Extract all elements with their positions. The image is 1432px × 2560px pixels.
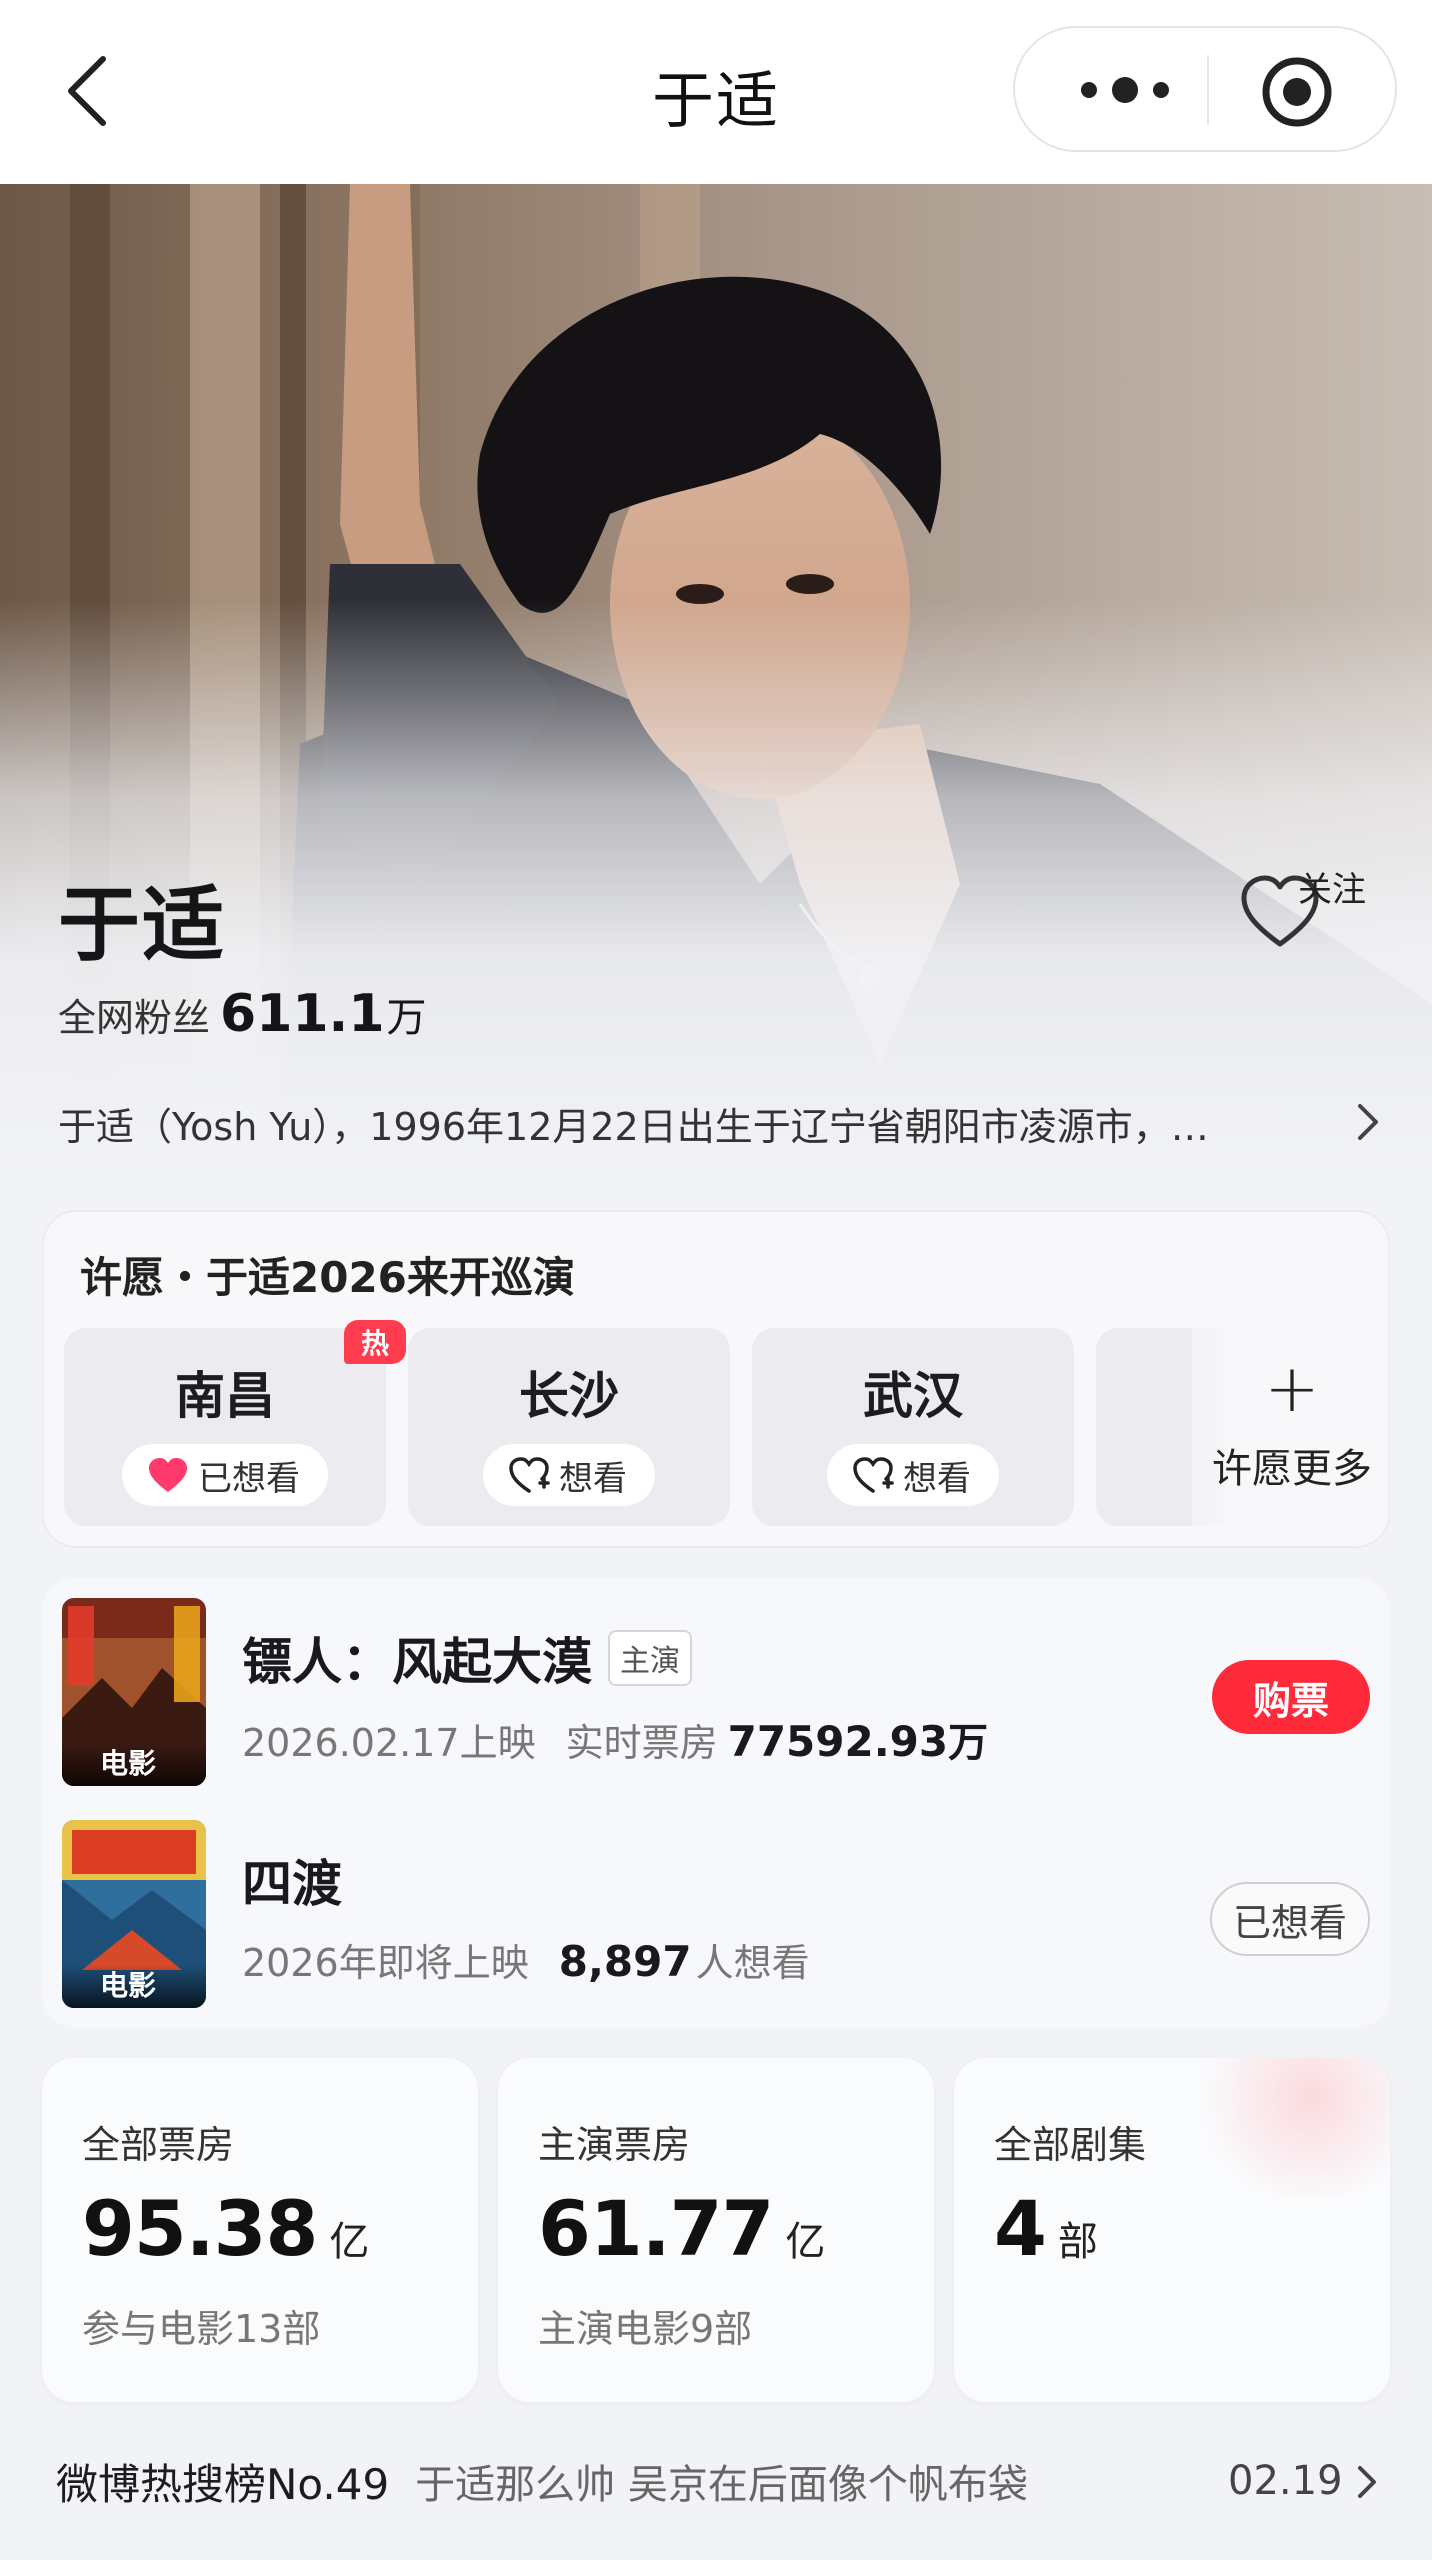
stat-value: 61.77 亿 — [538, 2184, 825, 2273]
stat-number: 4 — [994, 2184, 1047, 2273]
top-nav-bar: 于适 — [0, 0, 1432, 184]
pill-label: 已想看 — [198, 1458, 300, 1499]
release-date: 2026.02.17上映 — [242, 1721, 536, 1765]
card-glow — [1190, 2058, 1390, 2198]
film-title: 镖人：风起大漠 主演 — [242, 1622, 692, 1694]
box-unit: 万 — [948, 1720, 989, 1766]
stat-card-lead-box-office[interactable]: 主演票房 61.77 亿 主演电影9部 — [498, 2058, 934, 2402]
capsule-divider — [1207, 55, 1209, 125]
stat-sub: 主演电影9部 — [538, 2307, 753, 2351]
stat-unit: 亿 — [785, 2219, 826, 2265]
film-meta: 2026年即将上映 8,897 人想看 — [242, 1932, 810, 1987]
film-row[interactable]: 电影 镖人：风起大漠 主演 2026.02.17上映 实时票房 77592.93… — [42, 1598, 1390, 1788]
follow-label: 关注 — [1298, 870, 1366, 910]
artist-hero: 于适 关注 全网粉丝 611.1 万 — [0, 184, 1432, 1174]
poster-tag: 电影 — [62, 1742, 206, 1786]
chevron-right-icon — [1358, 2466, 1376, 2498]
wished-pill[interactable]: 已想看 — [122, 1444, 328, 1506]
poster-tag: 电影 — [62, 1964, 206, 2008]
film-title-text: 镖人：风起大漠 — [242, 1633, 592, 1691]
plus-icon: + — [1264, 1350, 1320, 1427]
follow-button[interactable]: 关注 — [1238, 856, 1378, 966]
buy-ticket-button[interactable]: 购票 — [1212, 1660, 1370, 1734]
stat-sub: 参与电影13部 — [82, 2307, 321, 2351]
stat-unit: 亿 — [329, 2219, 370, 2265]
city-card-changsha[interactable]: 长沙 想看 — [408, 1328, 730, 1526]
heart-plus-icon — [509, 1457, 550, 1493]
fans-count: 全网粉丝 611.1 万 — [58, 984, 427, 1044]
stat-unit: 部 — [1057, 2219, 1098, 2265]
city-name: 长沙 — [519, 1367, 619, 1425]
pill-label: 想看 — [903, 1458, 971, 1499]
stat-card-all-series[interactable]: 全部剧集 4 部 — [954, 2058, 1390, 2402]
film-poster[interactable]: 电影 — [62, 1598, 206, 1786]
hot-search-rank: 微博热搜榜No.49 — [56, 2459, 390, 2509]
wish-more-label: 许愿更多 — [1212, 1446, 1372, 1492]
film-title: 四渡 — [242, 1844, 342, 1916]
stat-value: 4 部 — [994, 2184, 1098, 2273]
film-meta: 2026.02.17上映 实时票房 77592.93 万 — [242, 1710, 988, 1768]
stat-value: 95.38 亿 — [82, 2184, 369, 2273]
pill-label: 想看 — [559, 1458, 627, 1499]
film-poster[interactable]: 电影 — [62, 1820, 206, 2008]
chevron-right-icon[interactable] — [1350, 1100, 1386, 1144]
wished-button[interactable]: 已想看 — [1210, 1882, 1370, 1956]
city-card-nanchang[interactable]: 热 南昌 已想看 — [64, 1320, 406, 1526]
artist-name: 于适 — [58, 878, 227, 973]
more-dots-icon — [1081, 77, 1169, 103]
fans-value: 611.1 — [220, 984, 385, 1044]
hot-search-date: 02.19 — [1228, 2458, 1343, 2504]
city-name: 武汉 — [863, 1367, 963, 1425]
hot-search-topic: 于适那么帅 吴京在后面像个帆布袋 — [415, 2462, 1028, 2508]
stat-number: 95.38 — [82, 2184, 318, 2273]
stat-label: 全部剧集 — [994, 2123, 1147, 2167]
film-row[interactable]: 电影 四渡 2026年即将上映 8,897 人想看 已想看 — [42, 1820, 1390, 2010]
wish-title: 许愿・于适2026来开巡演 — [80, 1253, 575, 1302]
city-name: 南昌 — [175, 1367, 275, 1425]
stat-label: 主演票房 — [538, 2123, 691, 2167]
want-count: 8,897 — [558, 1937, 692, 1986]
want-pill[interactable]: 想看 — [827, 1444, 999, 1506]
stat-label: 全部票房 — [82, 2123, 235, 2167]
release-date: 2026年即将上映 — [242, 1941, 529, 1985]
tour-wish-card: 许愿・于适2026来开巡演 热 南昌 已想看 长沙 想看 武汉 想看 + 许愿更… — [42, 1210, 1390, 1548]
stat-card-total-box-office[interactable]: 全部票房 95.38 亿 参与电影13部 — [42, 2058, 478, 2402]
film-title-text: 四渡 — [242, 1855, 342, 1913]
close-miniprogram-button[interactable] — [1255, 50, 1339, 134]
hot-search-row[interactable]: 微博热搜榜No.49 于适那么帅 吴京在后面像个帆布袋 02.19 — [56, 2446, 1386, 2516]
fans-unit: 万 — [386, 995, 427, 1041]
more-button[interactable] — [1065, 60, 1185, 120]
target-icon — [1262, 57, 1332, 127]
artist-bio[interactable]: 于适（Yosh Yu），1996年12月22日出生于辽宁省朝阳市凌源市，… — [58, 1096, 1348, 1151]
city-card-wuhan[interactable]: 武汉 想看 — [752, 1328, 1074, 1526]
stat-number: 61.77 — [538, 2184, 774, 2273]
mini-program-capsule — [1013, 26, 1397, 152]
want-label: 人想看 — [695, 1941, 810, 1985]
box-label: 实时票房 — [565, 1721, 718, 1765]
heart-filled-icon — [149, 1458, 187, 1492]
box-value: 77592.93 — [727, 1717, 949, 1766]
want-pill[interactable]: 想看 — [483, 1444, 655, 1506]
role-tag: 主演 — [608, 1630, 692, 1686]
heart-plus-icon — [853, 1457, 894, 1493]
wish-more-button[interactable]: + 许愿更多 — [1192, 1328, 1388, 1526]
films-card: 电影 镖人：风起大漠 主演 2026.02.17上映 实时票房 77592.93… — [42, 1578, 1390, 2028]
fans-label: 全网粉丝 — [58, 996, 211, 1040]
